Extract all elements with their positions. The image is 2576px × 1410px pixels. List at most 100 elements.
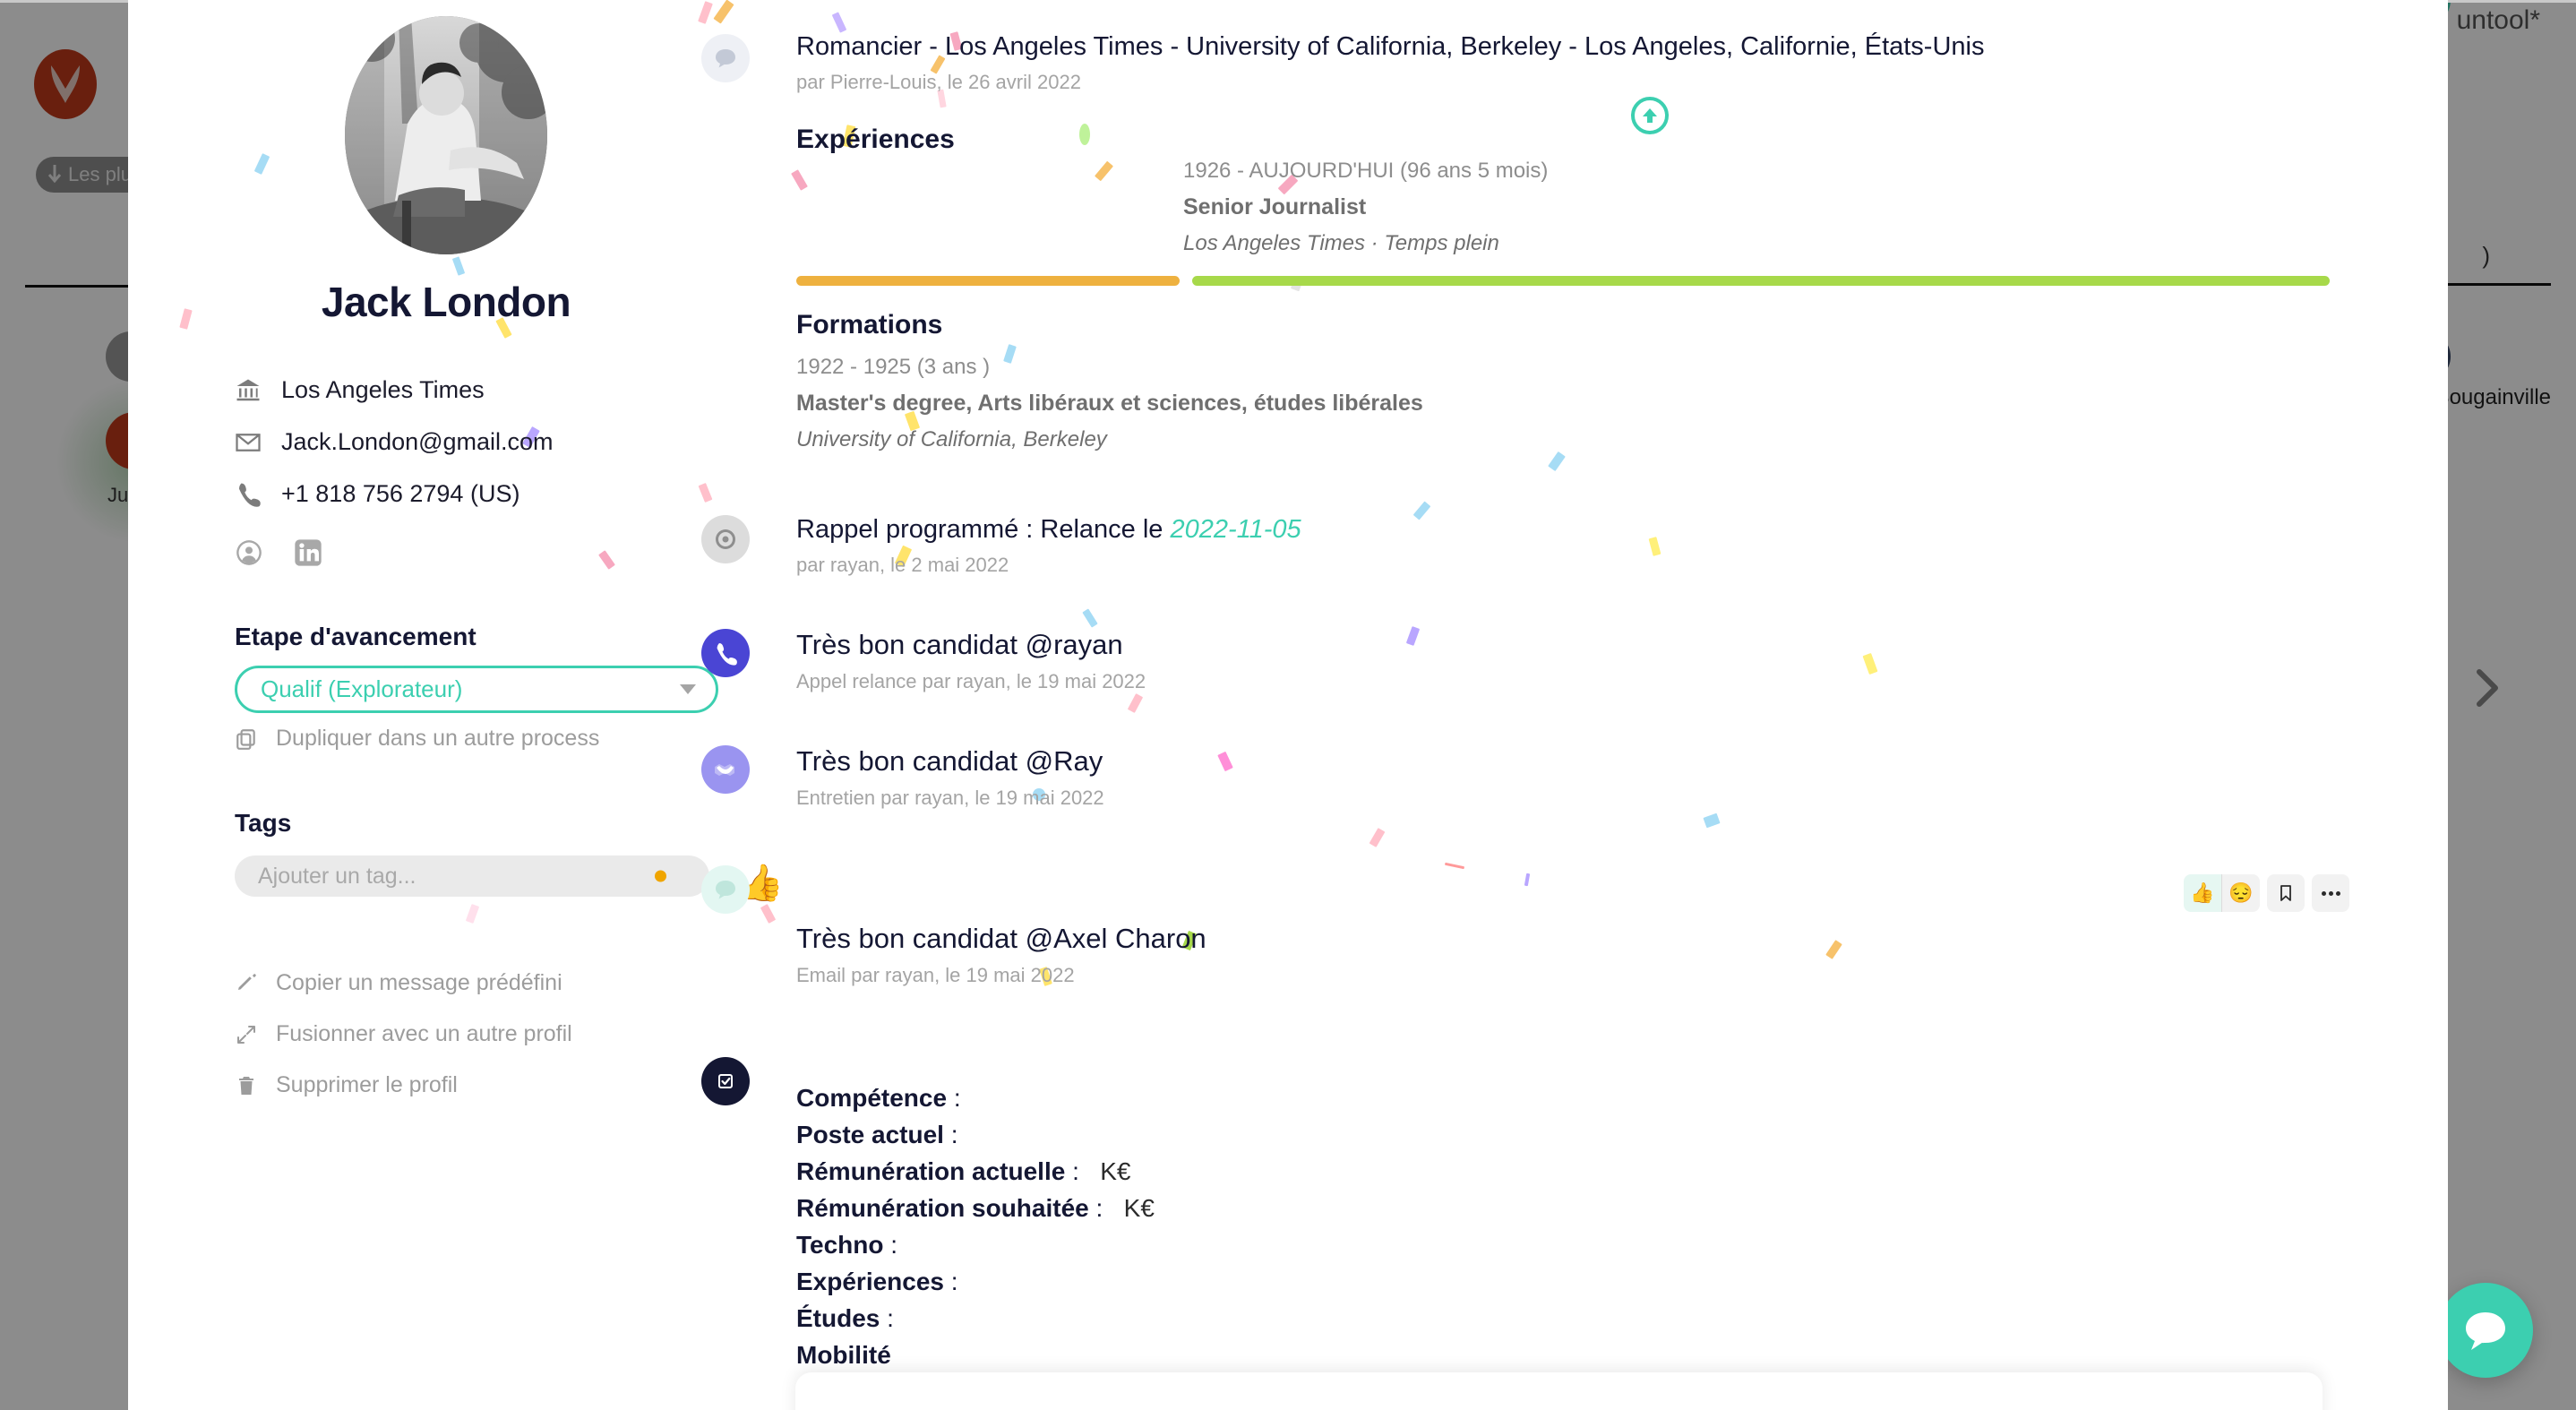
qual-row-poste: Poste actuel : bbox=[796, 1121, 2448, 1149]
bank-icon bbox=[235, 377, 262, 404]
qual-sep: : bbox=[880, 1304, 894, 1332]
qual-row-competence: Compétence : bbox=[796, 1084, 2448, 1113]
page-title: Jack London bbox=[321, 279, 571, 325]
reaction-pensive-button[interactable]: 😔 bbox=[2222, 874, 2260, 912]
profile-actions: Copier un message prédéfini Fusionner av… bbox=[195, 970, 697, 1098]
email-title: Très bon candidat @Axel Charon bbox=[796, 923, 1206, 954]
handshake-icon bbox=[701, 745, 750, 794]
pencil-icon bbox=[235, 972, 258, 995]
contact-company[interactable]: Los Angeles Times bbox=[235, 376, 697, 404]
feed-header-subtitle: par Pierre-Louis, le 26 avril 2022 bbox=[796, 71, 1081, 93]
reminder-title-prefix: Rappel programmé : Relance le bbox=[796, 515, 1171, 544]
bookmark-button[interactable] bbox=[2267, 874, 2305, 912]
experience-role: Senior Journalist bbox=[1183, 194, 1367, 219]
qual-sep: : bbox=[1088, 1194, 1103, 1222]
more-icon bbox=[2321, 890, 2340, 896]
comment-icon bbox=[701, 34, 750, 82]
experiences-heading: Expériences bbox=[796, 125, 955, 154]
scroll-up-button[interactable] bbox=[1631, 97, 1669, 134]
trash-icon bbox=[235, 1074, 258, 1097]
stage-label: Etape d'avancement bbox=[235, 623, 477, 650]
qual-row-experiences: Expériences : bbox=[796, 1268, 2448, 1296]
qual-label: Expériences bbox=[796, 1268, 944, 1295]
delete-profile-label: Supprimer le profil bbox=[276, 1072, 458, 1097]
chat-bubble-icon bbox=[2466, 1312, 2505, 1350]
timeline-bar-experience bbox=[1192, 276, 2330, 286]
stage-select[interactable]: Qualif (Explorateur) bbox=[235, 666, 718, 713]
duplicate-process-label: Dupliquer dans un autre process bbox=[276, 726, 600, 751]
formation-degree: Master's degree, Arts libéraux et scienc… bbox=[796, 391, 1423, 416]
contact-phone[interactable]: +1 818 756 2794 (US) bbox=[235, 480, 697, 508]
qual-value: K€ bbox=[1123, 1194, 1155, 1222]
chat-widget-button[interactable] bbox=[2438, 1283, 2533, 1378]
social-links bbox=[235, 538, 697, 567]
contact-company-value: Los Angeles Times bbox=[281, 376, 485, 403]
contact-phone-value: +1 818 756 2794 (US) bbox=[281, 480, 520, 507]
phone-icon bbox=[701, 629, 750, 677]
qual-sep: : bbox=[944, 1268, 958, 1295]
qual-row-remuneration-actuelle: Rémunération actuelle : K€ bbox=[796, 1157, 2448, 1186]
tags-label: Tags bbox=[235, 809, 292, 837]
composer-card[interactable] bbox=[795, 1372, 2323, 1410]
qual-row-mobilite: Mobilité bbox=[796, 1341, 2448, 1370]
qual-label: Rémunération souhaitée bbox=[796, 1194, 1089, 1222]
check-square-icon bbox=[701, 1057, 750, 1105]
delete-profile-button[interactable]: Supprimer le profil bbox=[235, 1072, 697, 1098]
contact-email[interactable]: Jack.London@gmail.com bbox=[235, 428, 697, 456]
feed-header-title: Romancier - Los Angeles Times - Universi… bbox=[796, 32, 1985, 61]
qual-label: Techno bbox=[796, 1231, 884, 1259]
clock-icon bbox=[701, 515, 750, 563]
activity-feed: Romancier - Los Angeles Times - Universi… bbox=[701, 0, 2448, 1410]
merge-profile-label: Fusionner avec un autre profil bbox=[276, 1021, 572, 1046]
feed-header: Romancier - Los Angeles Times - Universi… bbox=[701, 0, 2448, 94]
qualification-fields: Compétence : Poste actuel : Rémunération… bbox=[796, 1057, 2448, 1406]
copy-message-label: Copier un message prédéfini bbox=[276, 970, 562, 995]
bookmark-icon bbox=[2280, 885, 2291, 901]
duplicate-process-button[interactable]: Dupliquer dans un autre process bbox=[235, 726, 697, 752]
qual-sep: : bbox=[943, 1121, 958, 1148]
copy-message-button[interactable]: Copier un message prédéfini bbox=[235, 970, 697, 996]
contact-email-value: Jack.London@gmail.com bbox=[281, 428, 554, 455]
email-subtitle: Email par rayan, le 19 mai 2022 bbox=[796, 964, 1075, 986]
reaction-thumbs-up-button[interactable]: 👍 bbox=[2184, 874, 2221, 912]
feed-item-call: Très bon candidat @rayan Appel relance p… bbox=[701, 629, 2448, 693]
linkedin-icon[interactable] bbox=[294, 538, 322, 567]
call-subtitle: Appel relance par rayan, le 19 mai 2022 bbox=[796, 670, 1146, 692]
avatar bbox=[345, 16, 547, 254]
merge-profile-button[interactable]: Fusionner avec un autre profil bbox=[235, 1021, 697, 1047]
interview-subtitle: Entretien par rayan, le 19 mai 2022 bbox=[796, 787, 1104, 809]
qual-label: Études bbox=[796, 1304, 880, 1332]
arrow-up-icon bbox=[1643, 108, 1657, 123]
next-profile-button[interactable] bbox=[2461, 663, 2512, 713]
qual-label: Rémunération actuelle bbox=[796, 1157, 1066, 1185]
formation-entry: 1922 - 1925 (3 ans ) Master's degree, Ar… bbox=[796, 355, 2448, 452]
experience-company: Los Angeles Times · Temps plein bbox=[1183, 231, 1499, 255]
reminder-date-link[interactable]: 2022-11-05 bbox=[1170, 515, 1301, 544]
experience-entry: 1926 - AUJOURD'HUI (96 ans 5 mois) Senio… bbox=[1183, 159, 2448, 256]
feed-item-interview: Très bon candidat @Ray Entretien par ray… bbox=[701, 745, 2448, 810]
formation-school: University of California, Berkeley bbox=[796, 427, 1107, 451]
more-options-button[interactable] bbox=[2312, 874, 2349, 912]
qual-row-techno: Techno : bbox=[796, 1231, 2448, 1260]
qual-sep: : bbox=[883, 1231, 898, 1259]
reminder-subtitle: par rayan, le 2 mai 2022 bbox=[796, 554, 1009, 576]
timeline-bar-gap bbox=[796, 276, 1180, 286]
envelope-icon bbox=[235, 429, 262, 456]
feed-item-email: 👍 Très bon candidat @Axel Charon Email p… bbox=[701, 865, 2448, 987]
feed-item-qualification: Compétence : Poste actuel : Rémunération… bbox=[701, 1057, 2448, 1406]
qual-value: K€ bbox=[1100, 1157, 1131, 1185]
formation-period: 1922 - 1925 (3 ans ) bbox=[796, 355, 991, 379]
profile-sidebar: Jack London Los Angeles Times Jack.Londo… bbox=[195, 0, 718, 1410]
call-title: Très bon candidat @rayan bbox=[796, 629, 1123, 660]
user-circle-icon[interactable] bbox=[235, 538, 263, 567]
qual-sep: : bbox=[947, 1084, 961, 1112]
tag-input[interactable]: Ajouter un tag... bbox=[235, 855, 709, 897]
reaction-emoji-group: 👍 😔 bbox=[2184, 874, 2260, 912]
qual-label: Mobilité bbox=[796, 1341, 891, 1369]
profile-modal: Jack London Los Angeles Times Jack.Londo… bbox=[128, 0, 2448, 1410]
chevron-down-icon bbox=[680, 684, 696, 694]
formations-heading: Formations bbox=[796, 310, 943, 340]
experience-timeline bbox=[796, 276, 2448, 287]
qual-label: Poste actuel bbox=[796, 1121, 944, 1148]
tag-input-placeholder: Ajouter un tag... bbox=[258, 863, 416, 889]
